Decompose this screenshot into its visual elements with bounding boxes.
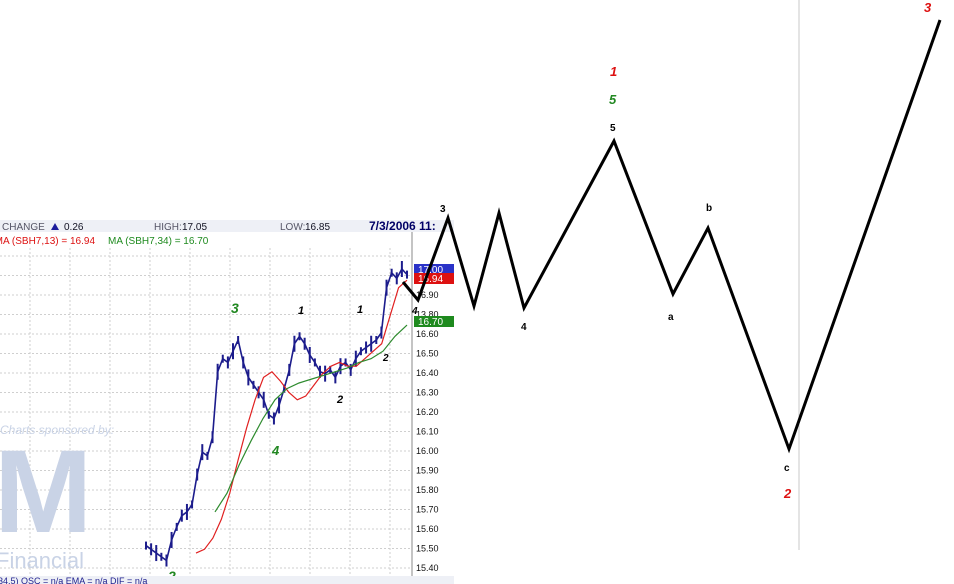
projection-label: 5 (609, 92, 617, 107)
price-tick-label: 16.30 (416, 388, 439, 398)
projection-label: 3 (440, 204, 446, 215)
wave-label: 2 (336, 394, 343, 406)
price-tag-label: 16.70 (418, 317, 443, 328)
chart-header: CHANGE 0.26 HIGH: 17.05 LOW: 16.85 7/3/2… (0, 219, 454, 247)
wave-label: 4 (411, 306, 418, 317)
price-tick-label: 15.80 (416, 485, 439, 495)
ema-legend: EMA (SBH7,13) = 16.94 (0, 236, 95, 247)
price-tick-label: 16.00 (416, 446, 439, 456)
oscillator-text: 34,5) OSC = n/a EMA = n/a DIF = n/a (0, 576, 147, 584)
price-tick-label: 16.60 (416, 329, 439, 339)
sponsor-company-text: Financial (0, 548, 84, 573)
projection-label: 1 (610, 64, 617, 79)
projection-path-layer (401, 19, 942, 454)
date-time: 7/3/2006 11: (369, 219, 436, 233)
elliott-wave-chart: Charts sponsored by: M Financial 15.4015… (0, 0, 942, 584)
projection-label: 3 (924, 0, 932, 15)
ma-legend: MA (SBH7,34) = 16.70 (108, 236, 209, 247)
price-tick-label: 15.60 (416, 524, 439, 534)
projection-path (401, 19, 942, 454)
change-label: CHANGE (2, 222, 45, 233)
wave-label: 3 (231, 300, 239, 316)
price-tick-label: 16.50 (416, 349, 439, 359)
wave-label: 2 (382, 353, 389, 364)
price-tick-label: 15.40 (416, 563, 439, 573)
high-value: 17.05 (182, 222, 207, 233)
sponsor-logo-letter: M (0, 426, 92, 558)
projection-sketch: 3 4 1 5 5 a b c 2 3 (401, 0, 942, 550)
low-label: LOW: (280, 222, 305, 233)
projection-label: 4 (521, 322, 527, 333)
price-tag-label: 16.94 (418, 274, 443, 285)
wave-label: 4 (271, 443, 280, 458)
price-tick-label: 15.70 (416, 505, 439, 515)
price-axis-ticks: 15.40 15.50 15.60 15.70 15.80 15.90 16.00 16.10… (416, 290, 439, 573)
change-value: 0.26 (64, 222, 84, 233)
wave-label: 1 (357, 304, 363, 316)
price-tick-label: 16.40 (416, 368, 439, 378)
wave-label: 1 (298, 305, 304, 317)
oscillator-strip: 34,5) OSC = n/a EMA = n/a DIF = n/a (0, 576, 454, 584)
low-value: 16.85 (305, 222, 330, 233)
projection-label: 5 (610, 123, 616, 134)
price-tick-label: 16.10 (416, 427, 439, 437)
price-tick-label: 15.90 (416, 466, 439, 476)
price-tick-label: 16.20 (416, 407, 439, 417)
projection-label: a (668, 312, 674, 323)
projection-label: c (784, 463, 790, 474)
price-tick-label: 15.50 (416, 544, 439, 554)
projection-label: b (706, 203, 712, 214)
projection-label: 2 (783, 486, 792, 501)
price-pane: Charts sponsored by: M Financial 15.4015… (0, 232, 454, 584)
high-label: HIGH: (154, 222, 182, 233)
